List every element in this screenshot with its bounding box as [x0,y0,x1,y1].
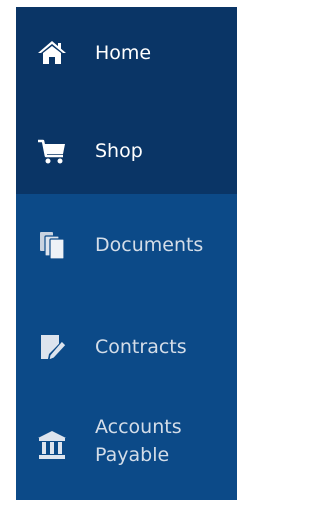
sidebar-item-label: Accounts Payable [95,413,182,469]
sidebar-item-home[interactable]: Home [16,29,237,77]
documents-icon [36,229,68,261]
shopping-cart-icon [36,135,68,167]
bank-icon [36,429,68,461]
sidebar-item-label: Shop [95,139,143,162]
sidebar-item-label-line2: Payable [95,444,170,466]
sidebar-item-label-line1: Accounts [95,416,182,438]
home-icon [36,37,68,69]
sidebar-item-documents[interactable]: Documents [16,221,237,269]
sidebar-item-label: Contracts [95,335,187,358]
sidebar-item-label: Home [95,41,152,64]
contract-edit-icon [36,331,68,363]
sidebar-nav: Home Shop Documents Contracts Accounts P… [16,7,237,500]
sidebar-item-contracts[interactable]: Contracts [16,323,237,371]
sidebar-item-accounts-payable[interactable]: Accounts Payable [16,411,237,475]
sidebar-item-shop[interactable]: Shop [16,127,237,175]
sidebar-item-label: Documents [95,233,204,256]
